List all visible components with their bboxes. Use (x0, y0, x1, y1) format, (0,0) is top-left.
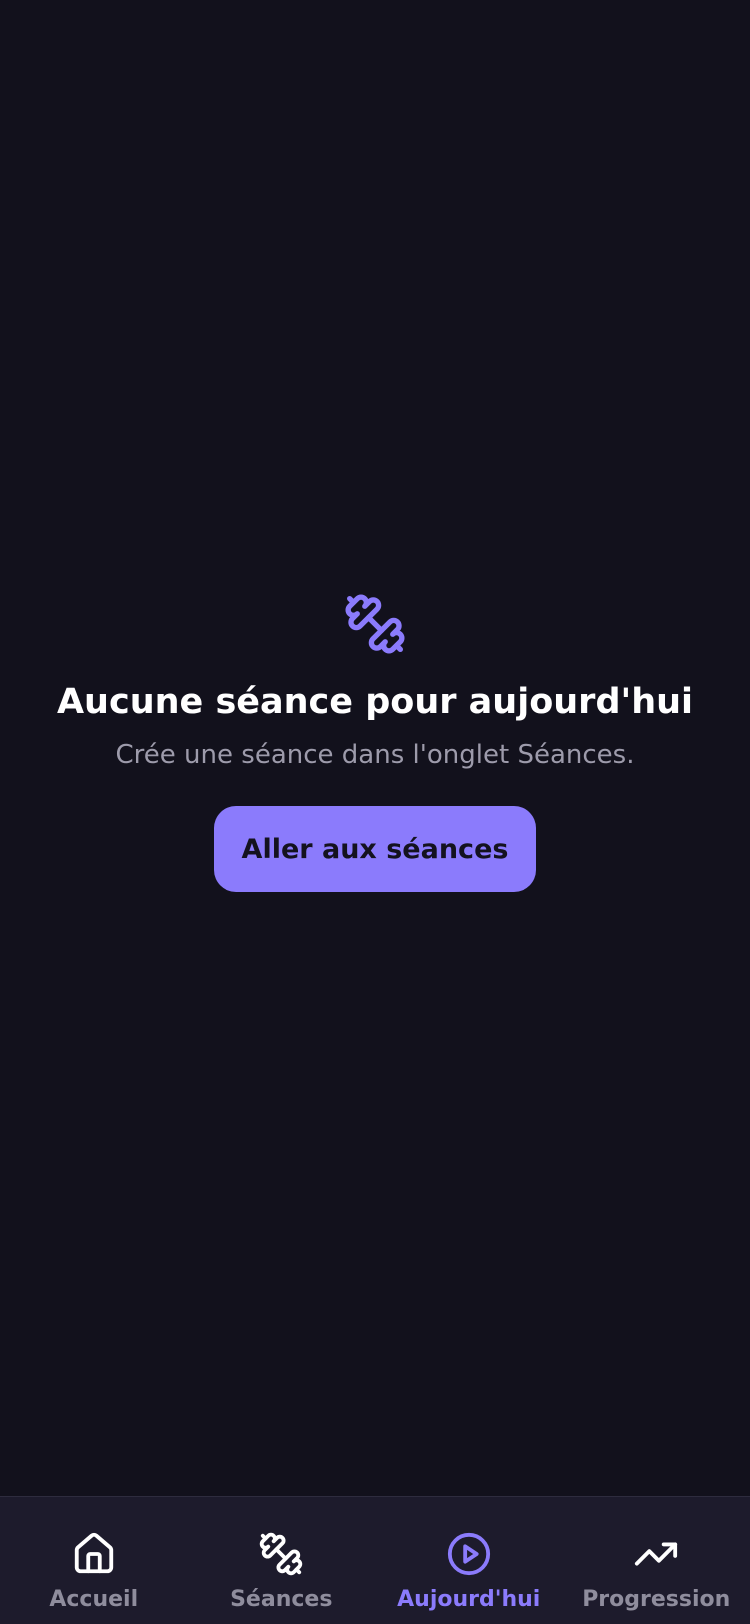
tab-label: Progression (582, 1587, 731, 1612)
tab-label: Accueil (49, 1587, 139, 1612)
today-screen: Aucune séance pour aujourd'hui Crée une … (0, 0, 750, 1624)
go-to-sessions-button[interactable]: Aller aux séances (214, 806, 536, 892)
tab-sessions[interactable]: Séances (188, 1497, 376, 1624)
home-icon (74, 1532, 113, 1574)
trending-up-icon (635, 1542, 678, 1566)
dumbbell-icon (345, 594, 405, 654)
tab-label: Aujourd'hui (397, 1587, 541, 1612)
dumbbell-icon (260, 1532, 303, 1576)
empty-state-subtitle: Crée une séance dans l'onglet Séances. (115, 740, 635, 770)
tab-progress[interactable]: Progression (563, 1497, 750, 1624)
play-circle-icon (447, 1532, 490, 1576)
tab-label: Séances (230, 1587, 333, 1612)
bottom-tab-bar: Accueil Séances Aujourd'hui Progression (0, 1496, 750, 1624)
empty-state-title: Aucune séance pour aujourd'hui (56, 682, 694, 722)
empty-state: Aucune séance pour aujourd'hui Crée une … (0, 592, 750, 892)
tab-today[interactable]: Aujourd'hui (375, 1497, 563, 1624)
tab-home[interactable]: Accueil (0, 1497, 188, 1624)
